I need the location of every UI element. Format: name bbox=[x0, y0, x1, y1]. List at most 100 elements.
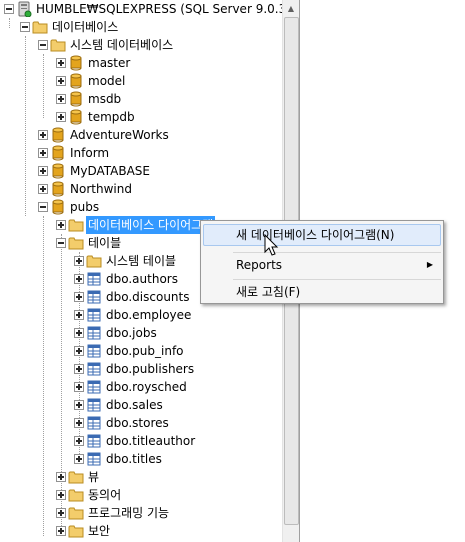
tree-node-table[interactable]: dbo.jobs bbox=[0, 324, 282, 342]
collapse-minus-icon[interactable] bbox=[56, 238, 66, 248]
node-label: dbo.pub_info bbox=[106, 344, 184, 358]
tree-node-system-db[interactable]: model bbox=[0, 72, 282, 90]
menu-item-new-diagram[interactable]: 새 데이터베이스 다이어그램(N) bbox=[203, 224, 441, 246]
submenu-arrow-icon: ▶ bbox=[426, 260, 433, 269]
node-label: 시스템 데이터베이스 bbox=[70, 38, 174, 52]
table-icon bbox=[86, 379, 102, 395]
tree-node-table[interactable]: dbo.titleauthor bbox=[0, 432, 282, 450]
menu-item-reports[interactable]: Reports ▶ bbox=[203, 254, 441, 276]
tree-node-databases[interactable]: 데이터베이스 bbox=[0, 18, 282, 36]
folder-icon bbox=[68, 523, 84, 539]
database-icon bbox=[50, 163, 66, 179]
tree-node-security[interactable]: 보안 bbox=[0, 522, 282, 540]
expand-plus-icon[interactable] bbox=[74, 292, 84, 302]
collapse-minus-icon[interactable] bbox=[4, 4, 14, 14]
expand-plus-icon[interactable] bbox=[74, 328, 84, 338]
node-label: dbo.titleauthor bbox=[106, 434, 196, 448]
tree-node-programmability[interactable]: 프로그래밍 기능 bbox=[0, 504, 282, 522]
tree-node-table[interactable]: dbo.stores bbox=[0, 414, 282, 432]
tree-node-database[interactable]: MyDATABASE bbox=[0, 162, 282, 180]
tree-node-table[interactable]: dbo.pub_info bbox=[0, 342, 282, 360]
tree-node-table[interactable]: dbo.publishers bbox=[0, 360, 282, 378]
expand-plus-icon[interactable] bbox=[74, 346, 84, 356]
folder-icon bbox=[68, 505, 84, 521]
tree-node-views[interactable]: 뷰 bbox=[0, 468, 282, 486]
database-icon bbox=[68, 91, 84, 107]
expand-plus-icon[interactable] bbox=[74, 436, 84, 446]
node-label: dbo.jobs bbox=[106, 326, 157, 340]
folder-icon bbox=[32, 19, 48, 35]
expand-plus-icon[interactable] bbox=[74, 364, 84, 374]
node-label: dbo.roysched bbox=[106, 380, 187, 394]
expand-plus-icon[interactable] bbox=[38, 130, 48, 140]
tree-node-table[interactable]: dbo.titles bbox=[0, 450, 282, 468]
expand-plus-icon[interactable] bbox=[56, 76, 66, 86]
expand-plus-icon[interactable] bbox=[74, 256, 84, 266]
node-label: master bbox=[88, 56, 131, 70]
database-icon bbox=[68, 55, 84, 71]
expand-plus-icon[interactable] bbox=[38, 184, 48, 194]
expand-plus-icon[interactable] bbox=[56, 472, 66, 482]
folder-icon bbox=[68, 469, 84, 485]
expand-plus-icon[interactable] bbox=[56, 94, 66, 104]
tree-node-database[interactable]: Northwind bbox=[0, 180, 282, 198]
expand-plus-icon[interactable] bbox=[56, 220, 66, 230]
table-icon bbox=[86, 343, 102, 359]
node-label: AdventureWorks bbox=[70, 128, 169, 142]
node-label: dbo.publishers bbox=[106, 362, 195, 376]
tree-node-system-db[interactable]: master bbox=[0, 54, 282, 72]
tree-node-system-db[interactable]: msdb bbox=[0, 90, 282, 108]
node-label: dbo.stores bbox=[106, 416, 169, 430]
expand-plus-icon[interactable] bbox=[56, 526, 66, 536]
expand-plus-icon[interactable] bbox=[38, 166, 48, 176]
node-label: HUMBLE₩SQLEXPRESS (SQL Server 9.0.3042 bbox=[36, 2, 282, 16]
expand-plus-icon[interactable] bbox=[74, 382, 84, 392]
table-icon bbox=[86, 397, 102, 413]
folder-icon bbox=[68, 217, 84, 233]
menu-separator bbox=[233, 279, 441, 280]
node-label: 뷰 bbox=[88, 470, 100, 484]
node-label: 데이터베이스 bbox=[52, 20, 119, 34]
tree-node-server[interactable]: HUMBLE₩SQLEXPRESS (SQL Server 9.0.3042 bbox=[0, 0, 282, 18]
table-icon bbox=[86, 451, 102, 467]
tree-node-table[interactable]: dbo.sales bbox=[0, 396, 282, 414]
table-icon bbox=[86, 433, 102, 449]
folder-icon bbox=[86, 253, 102, 269]
expand-plus-icon[interactable] bbox=[38, 148, 48, 158]
folder-icon bbox=[68, 235, 84, 251]
tree-node-database[interactable]: Inform bbox=[0, 144, 282, 162]
database-icon bbox=[50, 199, 66, 215]
collapse-minus-icon[interactable] bbox=[38, 40, 48, 50]
tree-node-system-db[interactable]: tempdb bbox=[0, 108, 282, 126]
tree-node-database[interactable]: pubs bbox=[0, 198, 282, 216]
tree-node-synonyms[interactable]: 동의어 bbox=[0, 486, 282, 504]
expand-plus-icon[interactable] bbox=[56, 58, 66, 68]
context-menu: 새 데이터베이스 다이어그램(N) Reports ▶ 새로 고침(F) bbox=[200, 220, 444, 304]
collapse-minus-icon[interactable] bbox=[38, 202, 48, 212]
expand-plus-icon[interactable] bbox=[56, 508, 66, 518]
tree-node-table[interactable]: dbo.roysched bbox=[0, 378, 282, 396]
tree-node-table[interactable]: dbo.employee bbox=[0, 306, 282, 324]
scroll-up-arrow-icon[interactable]: ▲ bbox=[283, 0, 299, 17]
node-label: model bbox=[88, 74, 126, 88]
expand-plus-icon[interactable] bbox=[74, 310, 84, 320]
database-icon bbox=[68, 109, 84, 125]
expand-plus-icon[interactable] bbox=[74, 400, 84, 410]
folder-icon bbox=[50, 37, 66, 53]
node-label: Northwind bbox=[70, 182, 132, 196]
tree-node-database[interactable]: AdventureWorks bbox=[0, 126, 282, 144]
menu-item-refresh[interactable]: 새로 고침(F) bbox=[203, 281, 441, 303]
node-label: dbo.titles bbox=[106, 452, 162, 466]
database-icon bbox=[50, 145, 66, 161]
node-label: 데이터베이스 다이어그램 bbox=[86, 216, 216, 234]
node-label: dbo.authors bbox=[106, 272, 178, 286]
table-icon bbox=[86, 271, 102, 287]
expand-plus-icon[interactable] bbox=[74, 274, 84, 284]
expand-plus-icon[interactable] bbox=[74, 418, 84, 428]
collapse-minus-icon[interactable] bbox=[20, 22, 30, 32]
tree-node-system-databases[interactable]: 시스템 데이터베이스 bbox=[0, 36, 282, 54]
expand-plus-icon[interactable] bbox=[56, 490, 66, 500]
expand-plus-icon[interactable] bbox=[74, 454, 84, 464]
folder-icon bbox=[68, 487, 84, 503]
expand-plus-icon[interactable] bbox=[56, 112, 66, 122]
